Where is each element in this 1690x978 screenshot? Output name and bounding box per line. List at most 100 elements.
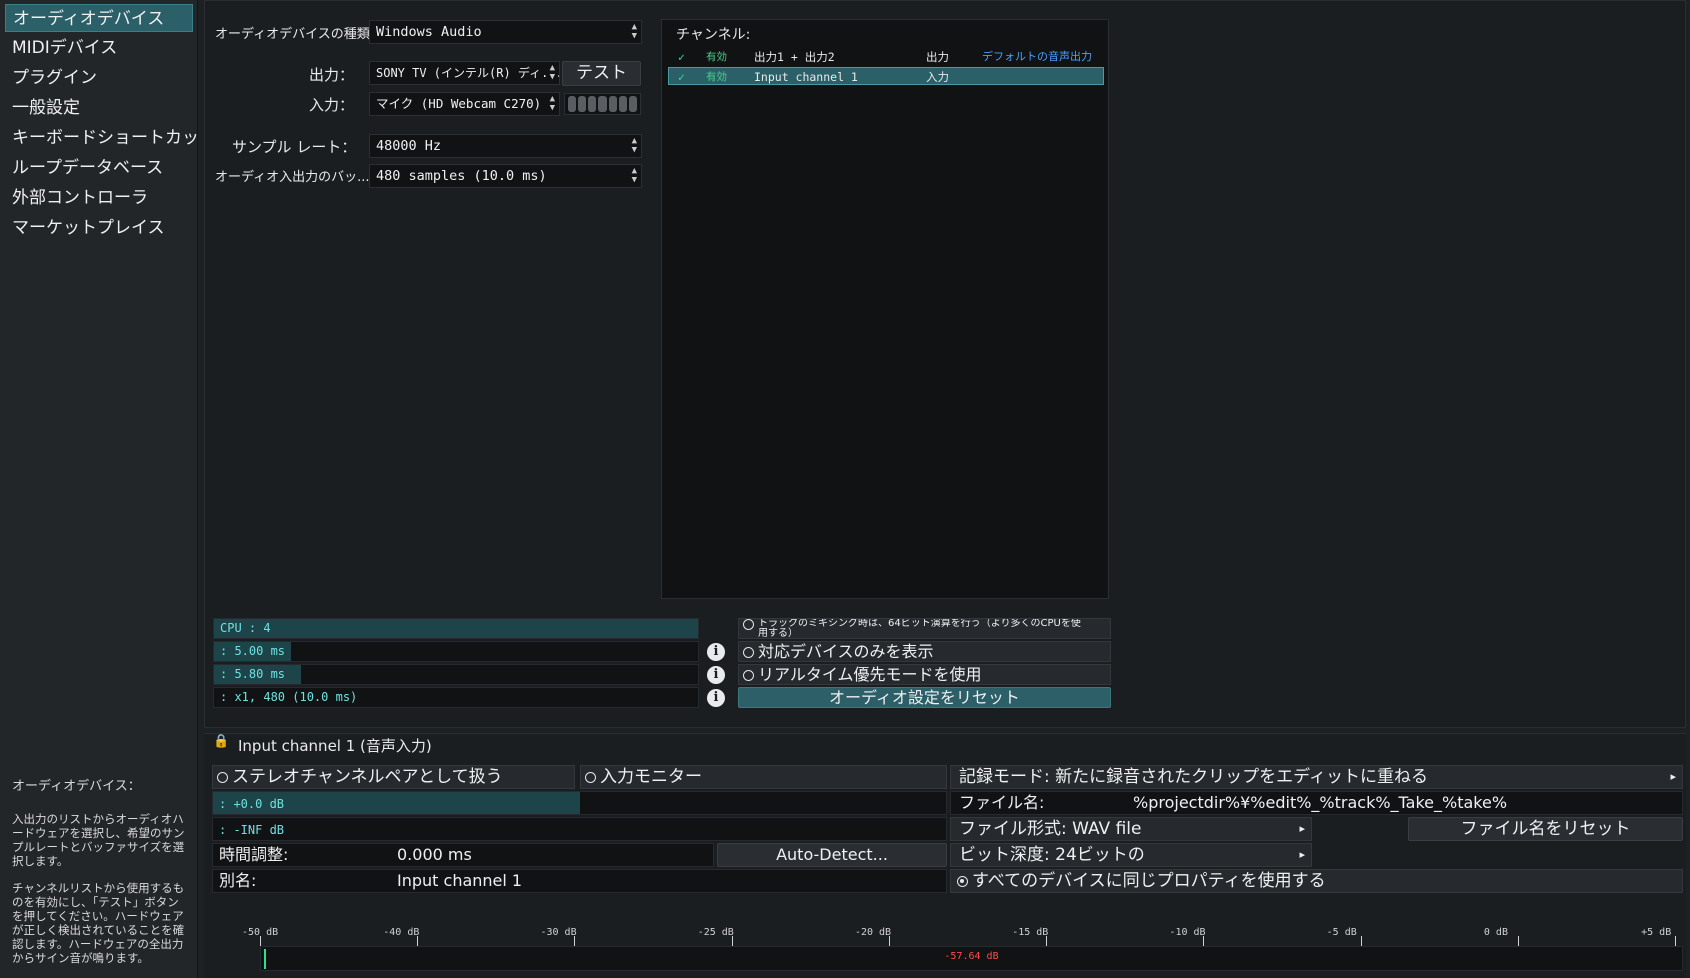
sidebar-item-keyboard-shortcuts[interactable]: キーボードショートカット: [5, 124, 216, 152]
input-level-value: : -INF dB: [219, 823, 285, 837]
db-tick-label: 0 dB: [1483, 927, 1508, 938]
sidebar-item-audio-devices[interactable]: オーディオデバイス: [5, 4, 193, 32]
info-icon[interactable]: i: [707, 643, 725, 661]
realtime-priority-toggle[interactable]: リアルタイム優先モードを使用: [738, 664, 1111, 685]
cpu-value: CPU : 4: [220, 621, 271, 635]
filename-label: ファイル名:: [959, 793, 1045, 812]
time-adjust-label: 時間調整:: [219, 845, 289, 864]
mix-64bit-label: トラックのミキシング時は、64ビット演算を行う（より多くのCPUを使用する）: [758, 618, 1081, 639]
radio-icon: [743, 647, 754, 658]
arrow-right-icon: ▸: [1299, 848, 1305, 861]
arrow-right-icon: ▸: [1299, 822, 1305, 835]
help-text: チャンネルリストから使用するものを有効にし、「テスト」ボタンを押してください。ハ…: [12, 881, 185, 965]
supported-devices-only-toggle[interactable]: 対応デバイスのみを表示: [738, 641, 1111, 662]
sidebar-item-general[interactable]: 一般設定: [5, 94, 193, 122]
db-tick-mark: [260, 936, 261, 946]
time-adjust-field[interactable]: 時間調整: 0.000 ms: [212, 843, 714, 867]
input-device-select[interactable]: マイク (HD Webcam C270) ▲ ▼: [369, 92, 560, 116]
buffer-size-select[interactable]: 480 samples (10.0 ms) ▲ ▼: [369, 164, 642, 188]
filename-value: %projectdir%¥%edit%_%track%_Take_%take%: [1133, 793, 1508, 812]
sidebar-item-midi-devices[interactable]: MIDIデバイス: [5, 34, 193, 62]
input-monitor-label: 入力モニター: [600, 767, 702, 787]
info-icon[interactable]: i: [707, 666, 725, 684]
sample-rate-label: サンプル レート：: [232, 138, 357, 156]
stereo-pair-label: ステレオチャンネルペアとして扱う: [232, 767, 503, 787]
realtime-priority-label: リアルタイム優先モードを使用: [758, 665, 982, 684]
info-icon[interactable]: i: [707, 689, 725, 707]
radio-selected-icon: [957, 876, 968, 887]
reset-filename-button[interactable]: ファイル名をリセット: [1408, 817, 1683, 841]
buffer-size-value: 480 samples (10.0 ms): [376, 168, 547, 184]
sidebar: オーディオデバイス MIDIデバイス プラグイン 一般設定 キーボードショートカ…: [0, 0, 216, 978]
db-tick-label: -10 dB: [1169, 927, 1206, 938]
input-label: 入力：: [309, 96, 355, 114]
channel-type: 入力: [926, 70, 949, 84]
sidebar-item-external-controllers[interactable]: 外部コントローラ: [5, 184, 193, 212]
sidebar-item-plugins[interactable]: プラグイン: [5, 64, 193, 92]
auto-detect-button[interactable]: Auto-Detect...: [717, 843, 947, 867]
latency-meter-2: : 5.80 ms: [213, 664, 699, 685]
supported-devices-only-label: 対応デバイスのみを表示: [758, 642, 934, 661]
stereo-pair-toggle[interactable]: ステレオチャンネルペアとして扱う: [212, 765, 575, 789]
gain-value: : +0.0 dB: [219, 797, 285, 811]
updown-arrows-icon: ▲ ▼: [631, 22, 637, 41]
help-text: 入出力のリストからオーディオハードウェアを選択し、希望のサンプルレートとバッファ…: [12, 812, 185, 868]
input-level-meter: : -INF dB: [212, 817, 947, 841]
lock-icon[interactable]: 🔒: [213, 734, 229, 749]
db-tick-mark: [1675, 936, 1677, 946]
device-type-label: オーディオデバイスの種類：: [215, 27, 383, 42]
channel-note: デフォルトの音声出力: [982, 50, 1092, 63]
reset-audio-settings-button[interactable]: オーディオ設定をリセット: [738, 687, 1111, 708]
db-tick-label: -30 dB: [540, 927, 577, 938]
output-label: 出力：: [309, 66, 355, 84]
db-tick-mark: [1360, 936, 1362, 946]
record-mode-select[interactable]: 記録モード: 新たに録音されたクリップをエディットに重ねる ▸: [950, 765, 1683, 789]
channel-enabled-label: 有効: [706, 51, 727, 63]
output-device-select[interactable]: SONY TV (インテル(R) ディ... ▲ ▼: [369, 61, 560, 85]
updown-arrows-icon: ▲ ▼: [631, 166, 637, 185]
buffer-size-label: オーディオ入出力のバッ...: [215, 170, 370, 185]
same-properties-label: すべてのデバイスに同じプロパティを使用する: [972, 871, 1326, 891]
buffer-meter: : x1, 480 (10.0 ms): [213, 687, 699, 708]
bit-depth-select[interactable]: ビット深度: 24ビットの ▸: [950, 843, 1312, 867]
db-tick-label: -5 dB: [1326, 927, 1357, 938]
db-level-meter: -57.64 dB: [260, 946, 1683, 971]
channel-enabled-label: 有効: [706, 71, 727, 83]
help-panel: オーディオデバイス： 入出力のリストからオーディオハードウェアを選択し、希望のサ…: [12, 780, 190, 978]
radio-icon: [217, 772, 228, 783]
channel-list-panel: チャンネル: ✓ 有効 出力1 + 出力2 出力 デフォルトの音声出力 ✓ 有効…: [661, 19, 1109, 599]
device-type-value: Windows Audio: [376, 24, 482, 40]
channel-row[interactable]: ✓ 有効 出力1 + 出力2 出力 デフォルトの音声出力: [668, 48, 1104, 66]
help-title: オーディオデバイス：: [12, 779, 141, 794]
alias-field[interactable]: 別名: Input channel 1: [212, 869, 947, 893]
checkmark-icon: ✓: [678, 70, 685, 84]
sidebar-item-loop-database[interactable]: ループデータベース: [5, 154, 193, 182]
sidebar-item-marketplace[interactable]: マーケットプレイス: [5, 214, 193, 242]
device-type-select[interactable]: Windows Audio ▲ ▼: [369, 20, 642, 44]
db-tick-mark: [731, 936, 733, 946]
cpu-meter: CPU : 4: [213, 618, 699, 639]
test-button[interactable]: テスト: [562, 61, 641, 86]
input-level-meter: [564, 93, 641, 115]
sample-rate-select[interactable]: 48000 Hz ▲ ▼: [369, 134, 642, 158]
arrow-right-icon: ▸: [1670, 770, 1676, 783]
file-format-select[interactable]: ファイル形式: WAV file ▸: [950, 817, 1312, 841]
filename-field[interactable]: ファイル名: %projectdir%¥%edit%_%track%_Take_…: [950, 791, 1683, 815]
input-channel-panel: 🔒 Input channel 1 (音声入力) ステレオチャンネルペアとして扱…: [204, 733, 1686, 978]
record-mode-label: 記録モード: 新たに録音されたクリップをエディットに重ねる: [959, 767, 1428, 787]
input-monitor-toggle[interactable]: 入力モニター: [580, 765, 947, 789]
gain-slider[interactable]: : +0.0 dB: [212, 791, 947, 815]
buffer-stat-value: : x1, 480 (10.0 ms): [220, 690, 358, 704]
db-tick-label: -20 dB: [854, 927, 892, 938]
mix-64bit-toggle[interactable]: トラックのミキシング時は、64ビット演算を行う（より多くのCPUを使用する）: [738, 618, 1111, 639]
channel-row[interactable]: ✓ 有効 Input channel 1 入力: [668, 67, 1104, 85]
latency-meter-1: : 5.00 ms: [213, 641, 699, 662]
db-tick-mark: [888, 936, 890, 946]
alias-label: 別名:: [219, 871, 257, 890]
sample-rate-value: 48000 Hz: [376, 138, 442, 154]
same-properties-toggle[interactable]: すべてのデバイスに同じプロパティを使用する: [950, 869, 1683, 893]
checkmark-icon: ✓: [678, 50, 685, 64]
db-tick-label: -25 dB: [697, 927, 734, 938]
db-tick-mark: [574, 936, 576, 946]
updown-arrows-icon: ▲ ▼: [549, 94, 555, 113]
